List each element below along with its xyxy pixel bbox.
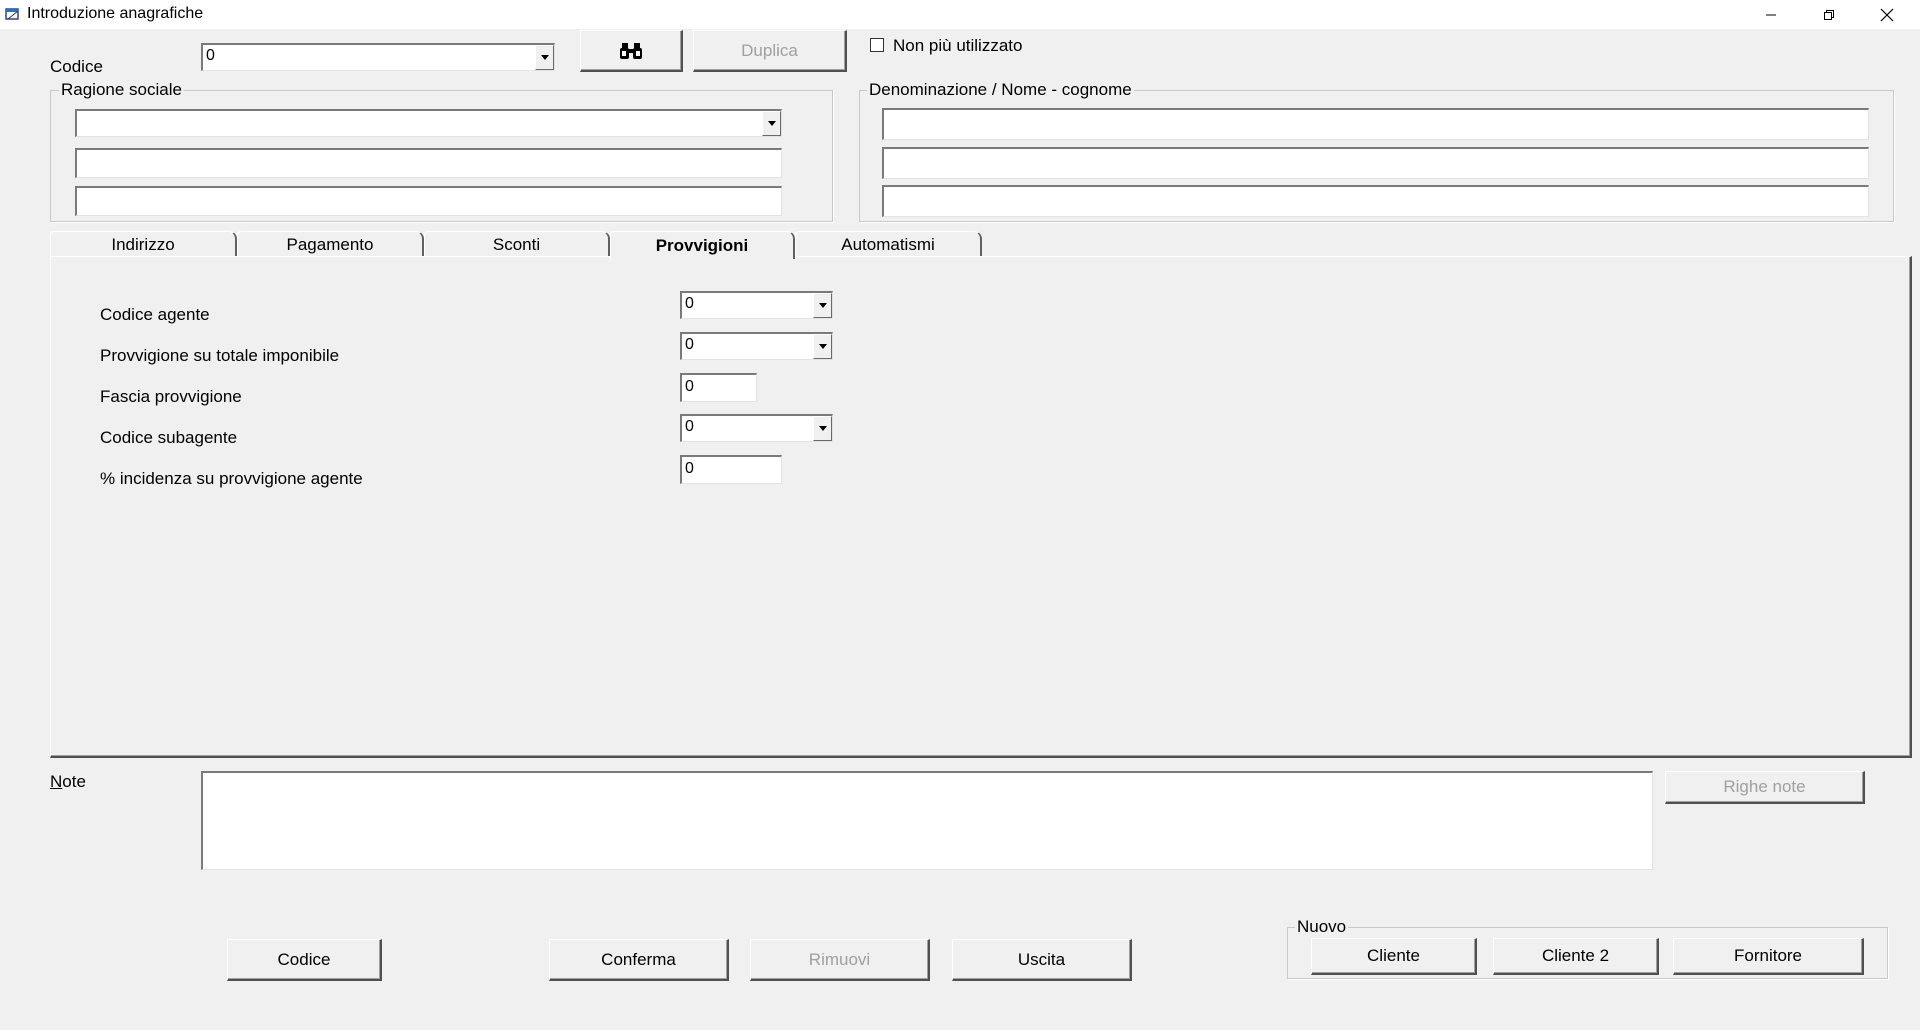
note-label: Note [50, 772, 86, 791]
tab-panel-provvigioni [50, 256, 1912, 758]
close-button[interactable] [1858, 0, 1916, 29]
close-icon [1880, 8, 1894, 21]
tab-indirizzo[interactable]: Indirizzo [50, 231, 237, 257]
righe-note-button[interactable]: Righe note [1665, 771, 1865, 804]
dropdown-arrow-icon[interactable] [813, 334, 832, 359]
tab-automatismi[interactable]: Automatismi [795, 231, 982, 257]
ragione-sociale-line2-input[interactable] [75, 148, 782, 178]
nuovo-fornitore-label: Fornitore [1733, 946, 1803, 965]
codice-value: 0 [206, 47, 215, 64]
incidenza-label: % incidenza su provvigione agente [100, 469, 363, 488]
fascia-provvigione-label: Fascia provvigione [100, 387, 242, 406]
nuovo-cliente2-button[interactable]: Cliente 2 [1493, 938, 1659, 975]
codice-combo[interactable]: 0 [201, 43, 555, 71]
fascia-provvigione-input[interactable]: 0 [680, 373, 757, 402]
tab-sconti-label: Sconti [492, 234, 541, 254]
tab-sconti[interactable]: Sconti [424, 231, 610, 257]
restore-button[interactable] [1800, 0, 1858, 29]
title-bar [0, 0, 1920, 29]
denominazione-line2-input[interactable] [882, 147, 1869, 179]
app-window-icon [5, 8, 19, 20]
nuovo-cliente-label: Cliente [1367, 946, 1420, 965]
note-label-rest: ote [62, 772, 86, 791]
codice-subagente-label: Codice subagente [100, 428, 238, 447]
duplica-button[interactable]: Duplica [693, 30, 847, 72]
rimuovi-button[interactable]: Rimuovi [750, 939, 930, 981]
codice-button[interactable]: Codice [227, 939, 382, 981]
denominazione-line1-input[interactable] [882, 108, 1869, 140]
tab-pagamento[interactable]: Pagamento [237, 231, 424, 257]
provvigione-totale-value: 0 [685, 336, 694, 353]
ragione-sociale-line3-input[interactable] [75, 186, 782, 216]
dropdown-arrow-icon[interactable] [813, 416, 832, 441]
provvigione-totale-combo[interactable]: 0 [680, 332, 833, 360]
codice-subagente-combo[interactable]: 0 [680, 414, 833, 442]
codice-agente-label: Codice agente [100, 305, 210, 324]
dropdown-arrow-icon[interactable] [762, 111, 781, 136]
ragione-sociale-line1-combo[interactable] [75, 109, 782, 137]
codice-agente-value: 0 [685, 295, 694, 312]
tab-provvigioni-label: Provvigioni [655, 235, 749, 255]
binoculars-icon [620, 42, 642, 59]
note-textarea[interactable] [201, 771, 1653, 870]
rimuovi-button-label: Rimuovi [808, 949, 871, 969]
dropdown-arrow-icon[interactable] [535, 45, 554, 70]
window-title: Introduzione anagrafiche [27, 5, 204, 22]
nuovo-cliente-button[interactable]: Cliente [1311, 938, 1477, 975]
uscita-button-label: Uscita [1017, 949, 1066, 969]
dropdown-arrow-icon[interactable] [813, 293, 832, 318]
ragione-sociale-title: Ragione sociale [59, 80, 184, 100]
denominazione-title: Denominazione / Nome - cognome [867, 80, 1134, 100]
minimize-button[interactable] [1742, 0, 1800, 29]
codice-agente-combo[interactable]: 0 [680, 291, 833, 319]
codice-button-label: Codice [277, 949, 331, 969]
codice-label: Codice [50, 57, 103, 76]
codice-subagente-value: 0 [685, 418, 694, 435]
incidenza-input[interactable]: 0 [680, 455, 782, 484]
minimize-icon [1766, 14, 1776, 15]
tab-automatismi-label: Automatismi [841, 234, 935, 254]
righe-note-label: Righe note [1723, 777, 1806, 796]
nuovo-title: Nuovo [1295, 917, 1349, 937]
non-piu-utilizzato-checkbox[interactable] [870, 38, 884, 52]
tab-indirizzo-label: Indirizzo [111, 234, 175, 254]
conferma-button[interactable]: Conferma [549, 939, 729, 981]
denominazione-line3-input[interactable] [882, 185, 1869, 217]
tab-provvigioni[interactable]: Provvigioni [610, 231, 795, 259]
uscita-button[interactable]: Uscita [952, 939, 1132, 981]
nuovo-fornitore-button[interactable]: Fornitore [1673, 938, 1864, 975]
search-button[interactable] [580, 30, 683, 72]
non-piu-utilizzato-label: Non più utilizzato [893, 36, 1023, 55]
provvigione-totale-label: Provvigione su totale imponibile [100, 346, 340, 365]
duplica-label: Duplica [741, 40, 798, 60]
nuovo-cliente2-label: Cliente 2 [1541, 946, 1610, 965]
conferma-button-label: Conferma [601, 949, 676, 969]
restore-icon [1824, 9, 1834, 20]
tab-pagamento-label: Pagamento [286, 234, 374, 254]
